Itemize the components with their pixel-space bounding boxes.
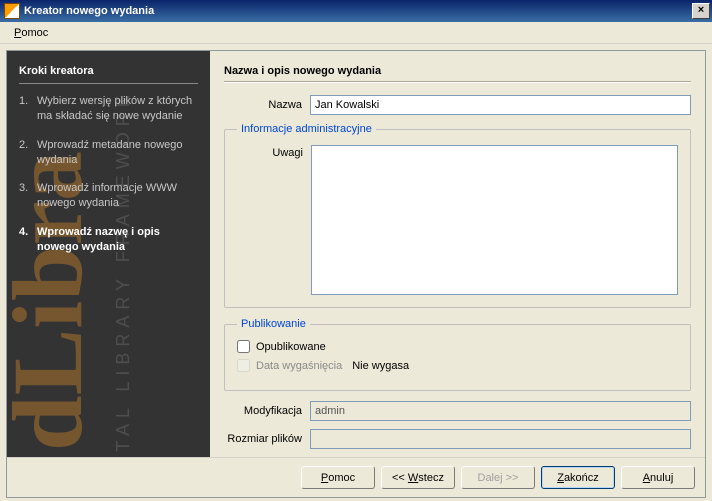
wizard-step-4: Wprowadź nazwę i opis nowego wydania bbox=[19, 225, 198, 269]
help-button[interactable]: Pomoc bbox=[301, 466, 375, 489]
modification-field bbox=[310, 401, 691, 421]
sidebar-heading: Kroki kreatora bbox=[19, 65, 198, 77]
back-button[interactable]: << Wstecz bbox=[381, 466, 455, 489]
menu-help[interactable]: Pomoc bbox=[6, 25, 56, 41]
wizard-step-2: Wprowadź metadane nowego wydania bbox=[19, 138, 198, 182]
title-bar: Kreator nowego wydania × bbox=[0, 0, 712, 22]
cancel-button[interactable]: Anuluj bbox=[621, 466, 695, 489]
filesize-label: Rozmiar plików bbox=[224, 433, 302, 445]
finish-button[interactable]: Zakończ bbox=[541, 466, 615, 489]
published-label[interactable]: Opublikowane bbox=[256, 341, 326, 353]
menu-bar: Pomoc bbox=[0, 22, 712, 44]
window-title: Kreator nowego wydania bbox=[24, 5, 692, 17]
wizard-frame: dLibra DIGITAL LIBRARY FRAMEWORK Kroki k… bbox=[6, 50, 706, 498]
expiry-value: Nie wygasa bbox=[352, 360, 409, 372]
expiry-label: Data wygaśnięcia bbox=[256, 360, 342, 372]
name-input[interactable] bbox=[310, 95, 691, 115]
modification-row: Modyfikacja bbox=[224, 401, 691, 421]
notes-label: Uwagi bbox=[237, 145, 303, 295]
expiry-checkbox bbox=[237, 359, 250, 372]
admin-info-legend: Informacje administracyjne bbox=[237, 123, 376, 135]
published-checkbox[interactable] bbox=[237, 340, 250, 353]
name-row: Nazwa bbox=[224, 95, 691, 115]
wizard-sidebar: dLibra DIGITAL LIBRARY FRAMEWORK Kroki k… bbox=[7, 51, 210, 457]
wizard-step-1: Wybierz wersję plików z których ma skład… bbox=[19, 94, 198, 138]
publish-legend: Publikowanie bbox=[237, 318, 310, 330]
wizard-button-bar: Pomoc << Wstecz Dalej >> Zakończ Anuluj bbox=[7, 457, 705, 497]
wizard-main-panel: Nazwa i opis nowego wydania Nazwa Inform… bbox=[210, 51, 705, 457]
sidebar-divider bbox=[19, 83, 198, 84]
notes-textarea[interactable] bbox=[311, 145, 678, 295]
filesize-field bbox=[310, 429, 691, 449]
page-title-divider bbox=[224, 81, 691, 83]
name-label: Nazwa bbox=[224, 99, 302, 111]
modification-label: Modyfikacja bbox=[224, 405, 302, 417]
wizard-steps-list: Wybierz wersję plików z których ma skład… bbox=[19, 94, 198, 269]
wizard-content: dLibra DIGITAL LIBRARY FRAMEWORK Kroki k… bbox=[7, 51, 705, 457]
publish-group: Publikowanie Opublikowane Data wygaśnięc… bbox=[224, 318, 691, 391]
app-icon bbox=[4, 3, 20, 19]
next-button: Dalej >> bbox=[461, 466, 535, 489]
close-button[interactable]: × bbox=[692, 3, 710, 19]
page-title: Nazwa i opis nowego wydania bbox=[224, 65, 691, 77]
filesize-row: Rozmiar plików bbox=[224, 429, 691, 449]
admin-info-group: Informacje administracyjne Uwagi bbox=[224, 123, 691, 308]
wizard-step-3: Wprowadź informacje WWW nowego wydania bbox=[19, 181, 198, 225]
